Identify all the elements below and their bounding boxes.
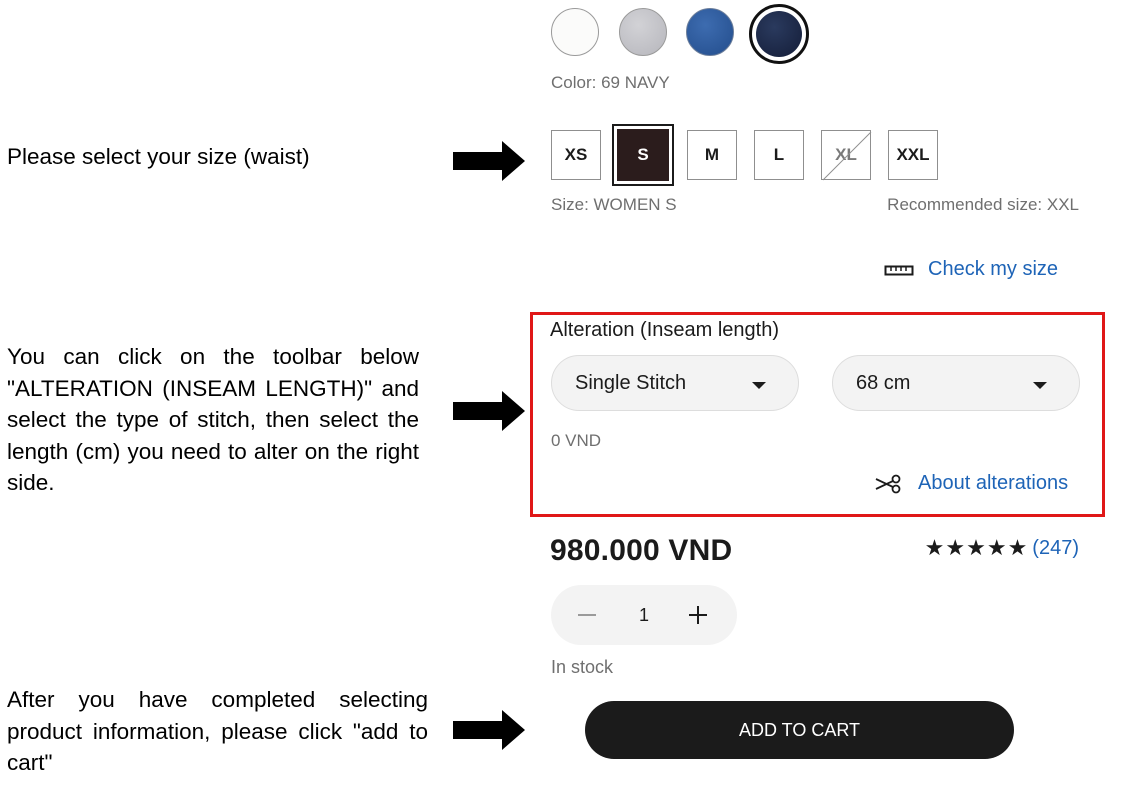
about-alterations-link[interactable]: About alterations <box>874 472 1068 495</box>
stitch-type-select[interactable]: Single Stitch <box>551 355 799 411</box>
rating-count-link[interactable]: (247) <box>1032 537 1079 560</box>
check-my-size-label: Check my size <box>928 258 1059 280</box>
size-option-xl-unavailable[interactable]: XL <box>821 130 872 181</box>
instruction-size: Please select your size (waist) <box>7 144 310 169</box>
strikethrough-icon <box>822 131 872 181</box>
color-swatch-blue[interactable] <box>686 8 734 56</box>
increase-quantity-button[interactable] <box>681 598 715 632</box>
stock-status: In stock <box>551 657 614 677</box>
arrow-right-icon <box>453 391 525 431</box>
size-option-l[interactable]: L <box>754 130 804 180</box>
size-option-label: S <box>617 129 669 181</box>
product-price: 980.000 VND <box>550 534 733 567</box>
caret-down-icon <box>1033 382 1047 389</box>
add-to-cart-button[interactable]: ADD TO CART <box>585 701 1014 759</box>
arrow-right-icon <box>453 710 525 750</box>
recommended-size-label: Recommended size: XXL <box>887 195 1079 214</box>
star-rating-icon: ★★★★★ <box>924 535 1029 560</box>
alteration-fee: 0 VND <box>551 431 602 450</box>
scissors-icon <box>875 474 901 493</box>
inseam-length-select[interactable]: 68 cm <box>832 355 1080 411</box>
arrow-right-icon <box>453 141 525 181</box>
inseam-length-value: 68 cm <box>856 372 911 394</box>
selected-size-label: Size: WOMEN S <box>551 195 677 214</box>
size-option-m[interactable]: M <box>687 130 737 180</box>
color-swatch-white[interactable] <box>551 8 599 56</box>
alteration-title: Alteration (Inseam length) <box>550 319 780 341</box>
stitch-type-value: Single Stitch <box>575 372 687 394</box>
about-alterations-label: About alterations <box>918 472 1069 494</box>
caret-down-icon <box>752 382 766 389</box>
plus-icon <box>689 606 707 624</box>
size-option-s[interactable]: S <box>612 124 674 186</box>
size-option-xxl[interactable]: XXL <box>888 130 938 180</box>
size-option-xs[interactable]: XS <box>551 130 601 180</box>
color-swatch-navy[interactable] <box>749 4 809 64</box>
rating-summary[interactable]: ★★★★★ (247) <box>925 535 1079 561</box>
quantity-stepper[interactable]: 1 <box>551 585 737 645</box>
ruler-icon <box>884 265 914 275</box>
instruction-cart: After you have completed selecting produ… <box>7 687 428 775</box>
instruction-alteration: You can click on the toolbar below "ALTE… <box>7 344 419 495</box>
color-swatch-gray[interactable] <box>619 8 667 56</box>
selected-color-label: Color: 69 NAVY <box>551 73 670 92</box>
check-my-size-link[interactable]: Check my size <box>884 258 1058 281</box>
